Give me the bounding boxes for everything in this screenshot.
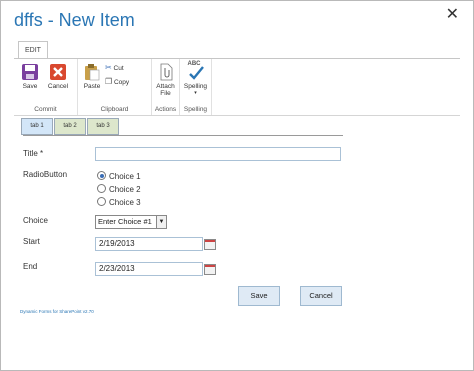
chevron-down-icon: ▾ [194, 90, 197, 96]
radio-choice-3-label: Choice 3 [109, 198, 141, 207]
attach-label-line2: File [160, 90, 171, 97]
ribbon-group-actions: Attach File Actions [152, 59, 180, 115]
start-date-input[interactable]: 2/19/2013 [95, 237, 203, 251]
chevron-down-icon: ▼ [156, 216, 166, 228]
tab-divider [23, 135, 343, 136]
ribbon-group-spelling: ABC Spelling ▾ Spelling [180, 59, 212, 115]
radio-choice-2[interactable]: Choice 2 [97, 184, 141, 194]
radio-choice-1-label: Choice 1 [109, 172, 141, 181]
ribbon: Save Cancel Commit Paste ✂ Cut ❐ Copy Cl… [14, 58, 460, 116]
title-label: Title * [23, 149, 44, 158]
abc-label: ABC [187, 61, 201, 67]
paste-icon [83, 63, 101, 81]
cut-button[interactable]: ✂ Cut [105, 63, 124, 72]
ribbon-group-clipboard: Paste ✂ Cut ❐ Copy Clipboard [78, 59, 152, 115]
tab-3[interactable]: tab 3 [87, 118, 119, 135]
ribbon-group-label: Spelling [183, 106, 208, 113]
calendar-icon[interactable] [204, 264, 216, 275]
radiobutton-label: RadioButton [23, 170, 68, 179]
paste-label: Paste [83, 83, 101, 90]
dialog-title: dffs - New Item [14, 10, 135, 30]
choice-select[interactable]: Enter Choice #1 ▼ [95, 215, 167, 229]
close-icon[interactable]: ✕ [446, 7, 459, 23]
ribbon-group-commit: Save Cancel Commit [14, 59, 78, 115]
save-icon [21, 63, 39, 81]
cancel-ribbon-label: Cancel [47, 83, 69, 90]
end-date-input[interactable]: 2/23/2013 [95, 262, 203, 276]
radio-choice-1[interactable]: Choice 1 [97, 171, 141, 181]
radio-choice-3[interactable]: Choice 3 [97, 197, 141, 207]
spelling-icon: ABC [187, 61, 205, 81]
radio-dot [97, 197, 106, 206]
radio-dot [97, 171, 106, 180]
cancel-button[interactable]: Cancel [300, 286, 342, 306]
spelling-label: Spelling [183, 83, 208, 90]
radio-dot [97, 184, 106, 193]
save-button[interactable]: Save [238, 286, 280, 306]
calendar-icon[interactable] [204, 239, 216, 250]
tab-2[interactable]: tab 2 [54, 118, 86, 135]
choice-select-value: Enter Choice #1 [98, 217, 152, 226]
tab-1[interactable]: tab 1 [21, 118, 53, 135]
copy-icon: ❐ [105, 77, 113, 86]
cancel-icon [49, 63, 67, 81]
attach-file-button[interactable]: Attach File [154, 63, 177, 97]
paste-button[interactable]: Paste [81, 63, 103, 90]
ribbon-group-label: Commit [34, 106, 57, 113]
save-ribbon-button[interactable]: Save [19, 63, 41, 90]
copy-label: Copy [113, 79, 130, 86]
end-label: End [23, 262, 38, 271]
title-input[interactable] [95, 147, 341, 161]
copy-button[interactable]: ❐ Copy [105, 77, 129, 86]
scissors-icon: ✂ [105, 63, 112, 72]
dialog-window: dffs - New Item ✕ EDIT Save Cancel Commi… [0, 0, 474, 371]
attach-file-icon [157, 63, 175, 81]
radio-choice-2-label: Choice 2 [109, 185, 141, 194]
choice-label: Choice [23, 216, 48, 225]
footer-credit: Dynamic Forms for SharePoint v2.70 [20, 309, 94, 314]
ribbon-tab-edit[interactable]: EDIT [18, 41, 48, 59]
cut-label: Cut [113, 65, 124, 72]
save-ribbon-label: Save [22, 83, 38, 90]
ribbon-group-label: Clipboard [100, 106, 129, 113]
spelling-button[interactable]: ABC Spelling ▾ [182, 61, 209, 96]
start-label: Start [23, 237, 40, 246]
attach-label-line1: Attach [156, 83, 175, 90]
ribbon-group-label: Actions [154, 106, 177, 113]
cancel-ribbon-button[interactable]: Cancel [45, 63, 71, 90]
